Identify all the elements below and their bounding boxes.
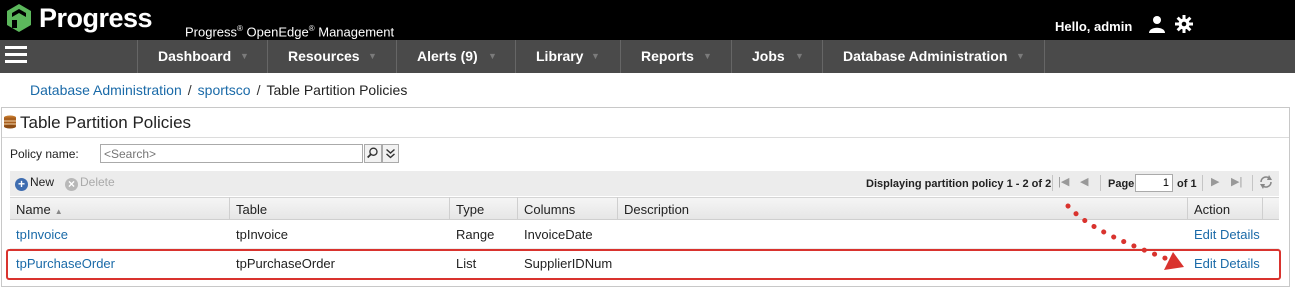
breadcrumb-sportsco[interactable]: sportsco: [198, 82, 251, 98]
nav-alerts[interactable]: Alerts (9) ▼: [397, 40, 516, 73]
page-number-input[interactable]: [1135, 174, 1173, 192]
nav-dashboard[interactable]: Dashboard ▼: [137, 40, 268, 73]
paging-info: Displaying partition policy 1 - 2 of 2: [866, 178, 1052, 190]
column-header-type[interactable]: Type: [456, 202, 484, 217]
row-table: tpInvoice: [236, 227, 289, 242]
first-page-icon[interactable]: |◀: [1058, 175, 1069, 188]
column-divider: [449, 197, 450, 220]
menu-hamburger-icon[interactable]: [5, 46, 27, 64]
chevron-down-icon: ▼: [368, 51, 377, 61]
title-divider: [2, 137, 1289, 138]
policy-search-input[interactable]: [100, 144, 363, 163]
column-header-columns[interactable]: Columns: [524, 202, 575, 217]
policy-name-link[interactable]: tpInvoice: [16, 227, 68, 242]
breadcrumb-current: Table Partition Policies: [266, 82, 408, 98]
prev-page-icon[interactable]: ◀: [1080, 175, 1088, 188]
column-divider: [229, 197, 230, 220]
chevron-down-icon: ▼: [591, 51, 600, 61]
toolbar-divider: [1052, 175, 1053, 191]
chevron-down-icon: ▼: [1016, 51, 1025, 61]
column-header-table[interactable]: Table: [236, 202, 267, 217]
top-header: Progress Progress® OpenEdge® Management …: [0, 0, 1295, 40]
page-label: Page: [1108, 178, 1135, 190]
sort-ascending-icon: ▲: [54, 207, 63, 216]
nav-reports[interactable]: Reports ▼: [621, 40, 732, 73]
remove-icon: ×: [65, 178, 78, 191]
row-type: Range: [456, 227, 495, 242]
toolbar-divider: [1100, 175, 1101, 191]
panel-title: Table Partition Policies: [20, 113, 192, 132]
chevron-down-icon[interactable]: [382, 144, 399, 163]
policy-name-label: Policy name:: [10, 147, 79, 161]
nav-jobs[interactable]: Jobs ▼: [732, 40, 823, 73]
toolbar-divider: [1252, 175, 1253, 191]
nav-resources[interactable]: Resources ▼: [268, 40, 397, 73]
row-action: Edit Details: [1194, 227, 1260, 242]
column-divider: [1262, 197, 1263, 220]
last-page-icon[interactable]: ▶|: [1231, 175, 1242, 188]
brand-name: Progress: [39, 3, 153, 33]
row-columns: InvoiceDate: [524, 227, 593, 242]
user-greeting: Hello, admin: [1055, 19, 1133, 34]
column-divider: [517, 197, 518, 220]
product-name: Progress® OpenEdge® Management: [185, 24, 395, 40]
breadcrumb: Database Administration / sportsco / Table P…: [30, 82, 408, 98]
edit-details-link[interactable]: Edit Details: [1194, 227, 1260, 242]
column-divider: [617, 197, 618, 220]
grid-toolbar: [10, 171, 1279, 196]
breadcrumb-database-administration[interactable]: Database Administration: [30, 82, 182, 98]
gear-icon[interactable]: [1175, 15, 1193, 33]
next-page-icon[interactable]: ▶: [1211, 175, 1219, 188]
column-header-description[interactable]: Description: [624, 202, 689, 217]
column-header-name[interactable]: Name ▲: [16, 202, 63, 217]
table-row: tpInvoice: [16, 227, 68, 242]
user-icon[interactable]: [1148, 15, 1166, 33]
main-nav: Dashboard ▼ Resources ▼ Alerts (9) ▼ Librar…: [0, 40, 1295, 73]
new-button[interactable]: + New: [15, 175, 54, 191]
delete-button[interactable]: × Delete: [65, 175, 115, 191]
annotation-arrow-icon: [1065, 203, 1184, 270]
toolbar-divider: [1202, 175, 1203, 191]
nav-library[interactable]: Library ▼: [516, 40, 621, 73]
nav-database-administration[interactable]: Database Administration ▼: [823, 40, 1045, 73]
chevron-down-icon: ▼: [795, 51, 804, 61]
chevron-down-icon: ▼: [488, 51, 497, 61]
search-icon[interactable]: [364, 144, 382, 163]
chevron-down-icon: ▼: [703, 51, 712, 61]
progress-logo-icon: [7, 4, 31, 32]
page-total-label: of 1: [1177, 178, 1197, 190]
plus-icon: +: [15, 178, 28, 191]
chevron-down-icon: ▼: [240, 51, 249, 61]
database-icon: [4, 115, 16, 129]
refresh-icon[interactable]: [1258, 174, 1274, 190]
